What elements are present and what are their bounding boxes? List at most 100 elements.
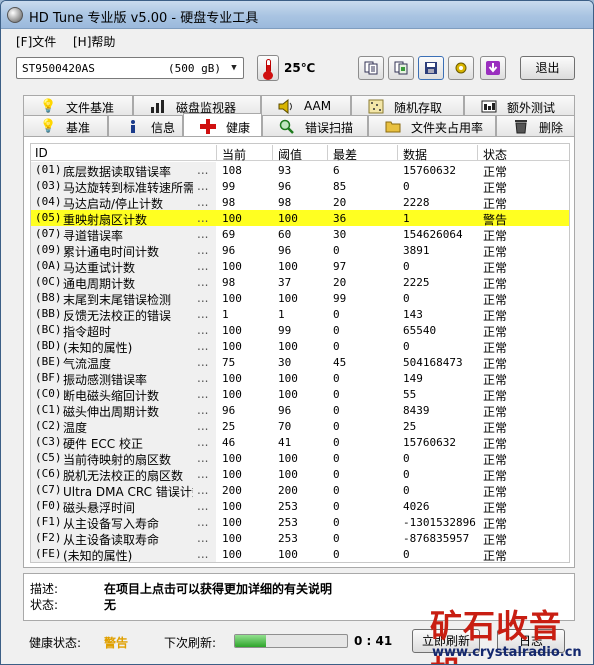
attribute-name-cell: (C7) Ultra DMA CRC 错误计数... xyxy=(31,482,216,499)
copy-screenshot-button[interactable] xyxy=(388,56,414,80)
attribute-threshold: 96 xyxy=(278,244,292,257)
attribute-data: 0 xyxy=(403,340,410,353)
table-row[interactable]: (FE) (未知的属性)... 100 100 0 0 正常 xyxy=(31,546,569,563)
chevron-down-icon[interactable]: ▼ xyxy=(225,58,243,78)
magnifier-icon xyxy=(279,119,294,134)
attribute-id: (03) xyxy=(35,179,62,192)
save-button[interactable] xyxy=(418,56,444,80)
table-row[interactable]: (F0) 磁头悬浮时间... 100 253 0 4026 正常 xyxy=(31,498,569,515)
table-row[interactable]: (BE) 气流温度... 75 30 45 504168473 正常 xyxy=(31,354,569,371)
attribute-name-cell: (BC) 指令超时... xyxy=(31,322,216,339)
table-row[interactable]: (01) 底层数据读取错误率... 108 93 6 15760632 正常 xyxy=(31,162,569,179)
table-row[interactable]: (07) 寻道错误率... 69 60 30 154626064 正常 xyxy=(31,226,569,243)
description-label: 描述: xyxy=(30,582,59,596)
tab-aam[interactable]: AAM xyxy=(261,95,351,116)
attribute-id: (0C) xyxy=(35,275,62,288)
download-button[interactable] xyxy=(480,56,506,80)
tab-benchmark[interactable]: 💡 基准 xyxy=(23,115,108,136)
attribute-data: 0 xyxy=(403,180,410,193)
attribute-more: ... xyxy=(197,195,209,209)
options-button[interactable] xyxy=(448,56,474,80)
table-row[interactable]: (C6) 脱机无法校正的扇区数... 100 100 0 0 正常 xyxy=(31,466,569,483)
smart-table[interactable]: ID 当前 阈值 最差 数据 状态 (01) 底层数据读取错误率... 108 93 6… xyxy=(30,143,570,563)
menu-help[interactable]: [H]帮助 xyxy=(71,33,117,50)
table-row[interactable]: (C5) 当前待映射的扇区数... 100 100 0 0 正常 xyxy=(31,450,569,467)
table-row[interactable]: (C2) 温度... 25 70 0 25 正常 xyxy=(31,418,569,435)
attribute-threshold: 98 xyxy=(278,196,292,209)
col-worst[interactable]: 最差 xyxy=(333,146,357,163)
attribute-id: (F2) xyxy=(35,531,62,544)
table-row[interactable]: (0A) 马达重试计数... 100 100 97 0 正常 xyxy=(31,258,569,275)
info-icon xyxy=(131,120,135,133)
col-current[interactable]: 当前 xyxy=(222,146,246,163)
col-data[interactable]: 数据 xyxy=(403,146,427,163)
tab-random-access[interactable]: 随机存取 xyxy=(351,95,464,116)
table-row[interactable]: (04) 马达启动/停止计数... 98 98 20 2228 正常 xyxy=(31,194,569,211)
attribute-data: 0 xyxy=(403,468,410,481)
table-row[interactable]: (F1) 从主设备写入寿命... 100 253 0 -1301532896 正常 xyxy=(31,514,569,531)
attribute-name-cell: (B8) 末尾到末尾错误检测... xyxy=(31,290,216,307)
col-id[interactable]: ID xyxy=(35,146,48,160)
attribute-worst: 0 xyxy=(333,308,340,321)
tab-info[interactable]: 信息 xyxy=(108,115,183,136)
attribute-current: 99 xyxy=(222,180,236,193)
attribute-threshold: 30 xyxy=(278,356,292,369)
attribute-id: (04) xyxy=(35,195,62,208)
title-bar[interactable]: HD Tune 专业版 v5.00 - 硬盘专业工具 xyxy=(1,1,593,29)
attribute-id: (C0) xyxy=(35,387,62,400)
status-text: 无 xyxy=(104,598,117,612)
col-status[interactable]: 状态 xyxy=(483,146,507,163)
tab-label: 基准 xyxy=(66,121,91,135)
speaker-icon xyxy=(278,99,292,114)
attribute-threshold: 70 xyxy=(278,420,292,433)
table-row[interactable]: (B8) 末尾到末尾错误检测... 100 100 99 0 正常 xyxy=(31,290,569,307)
table-row[interactable]: (BF) 振动感测错误率... 100 100 0 149 正常 xyxy=(31,370,569,387)
attribute-data: 65540 xyxy=(403,324,437,337)
attribute-id: (BF) xyxy=(35,371,62,384)
table-row[interactable]: (F2) 从主设备读取寿命... 100 253 0 -876835957 正常 xyxy=(31,530,569,547)
attribute-worst: 45 xyxy=(333,356,347,369)
attribute-current: 96 xyxy=(222,244,236,257)
tab-folder-usage[interactable]: 文件夹占用率 xyxy=(368,115,496,136)
tab-error-scan[interactable]: 错误扫描 xyxy=(262,115,368,136)
exit-button[interactable]: 退出 xyxy=(520,56,575,80)
drive-select[interactable]: ST9500420AS (500 gB) ▼ xyxy=(16,57,244,79)
table-row[interactable]: (BD) (未知的属性)... 100 100 0 0 正常 xyxy=(31,338,569,355)
attribute-name-cell: (03)马达旋转到标准转速所需时间... xyxy=(31,178,216,195)
tab-label: 错误扫描 xyxy=(305,121,354,135)
tab-health[interactable]: 健康 xyxy=(183,113,262,136)
attribute-data: 0 xyxy=(403,292,410,305)
attribute-name-cell: (01) 底层数据读取错误率... xyxy=(31,162,216,179)
attribute-data: 2228 xyxy=(403,196,430,209)
attribute-name-cell: (0A) 马达重试计数... xyxy=(31,258,216,275)
table-row[interactable]: (05) 重映射扇区计数... 100 100 36 1 警告 xyxy=(31,210,569,227)
table-row[interactable]: (BB) 反馈无法校正的错误... 1 1 0 143 正常 xyxy=(31,306,569,323)
col-threshold[interactable]: 阈值 xyxy=(278,146,302,163)
table-row[interactable]: (C3) 硬件 ECC 校正... 46 41 0 15760632 正常 xyxy=(31,434,569,451)
tab-label: 健康 xyxy=(226,121,251,135)
table-row[interactable]: (C0) 断电磁头缩回计数... 100 100 0 55 正常 xyxy=(31,386,569,403)
attribute-id: (C6) xyxy=(35,467,62,480)
table-row[interactable]: (C7) Ultra DMA CRC 错误计数... 200 200 0 0 正常 xyxy=(31,482,569,499)
table-row[interactable]: (09) 累计通电时间计数... 96 96 0 3891 正常 xyxy=(31,242,569,259)
attribute-more: ... xyxy=(197,419,209,433)
table-row[interactable]: (C1) 磁头伸出周期计数... 96 96 0 8439 正常 xyxy=(31,402,569,419)
attribute-data: 0 xyxy=(403,452,410,465)
window-title: HD Tune 专业版 v5.00 - 硬盘专业工具 xyxy=(29,11,259,26)
table-row[interactable]: (0C) 通电周期计数... 98 37 20 2225 正常 xyxy=(31,274,569,291)
tab-delete[interactable]: 删除 xyxy=(496,115,575,136)
attribute-id: (FE) xyxy=(35,547,62,560)
table-row[interactable]: (BC) 指令超时... 100 99 0 65540 正常 xyxy=(31,322,569,339)
attribute-worst: 36 xyxy=(333,212,347,225)
attribute-worst: 0 xyxy=(333,500,340,513)
table-row[interactable]: (03)马达旋转到标准转速所需时间...9996850正常 xyxy=(31,178,569,195)
copy-text-button[interactable] xyxy=(358,56,384,80)
attribute-data: -1301532896 xyxy=(403,516,476,529)
tab-file-benchmark[interactable]: 💡 文件基准 xyxy=(23,95,133,116)
menu-file[interactable]: [F]文件 xyxy=(14,33,58,50)
attribute-name: (未知的属性) xyxy=(63,549,133,563)
attribute-more: ... xyxy=(197,307,209,321)
menu-bar: [F]文件 [H]帮助 xyxy=(1,30,593,52)
attribute-more: ... xyxy=(197,275,209,289)
tab-extra-tests[interactable]: 额外测试 xyxy=(464,95,575,116)
